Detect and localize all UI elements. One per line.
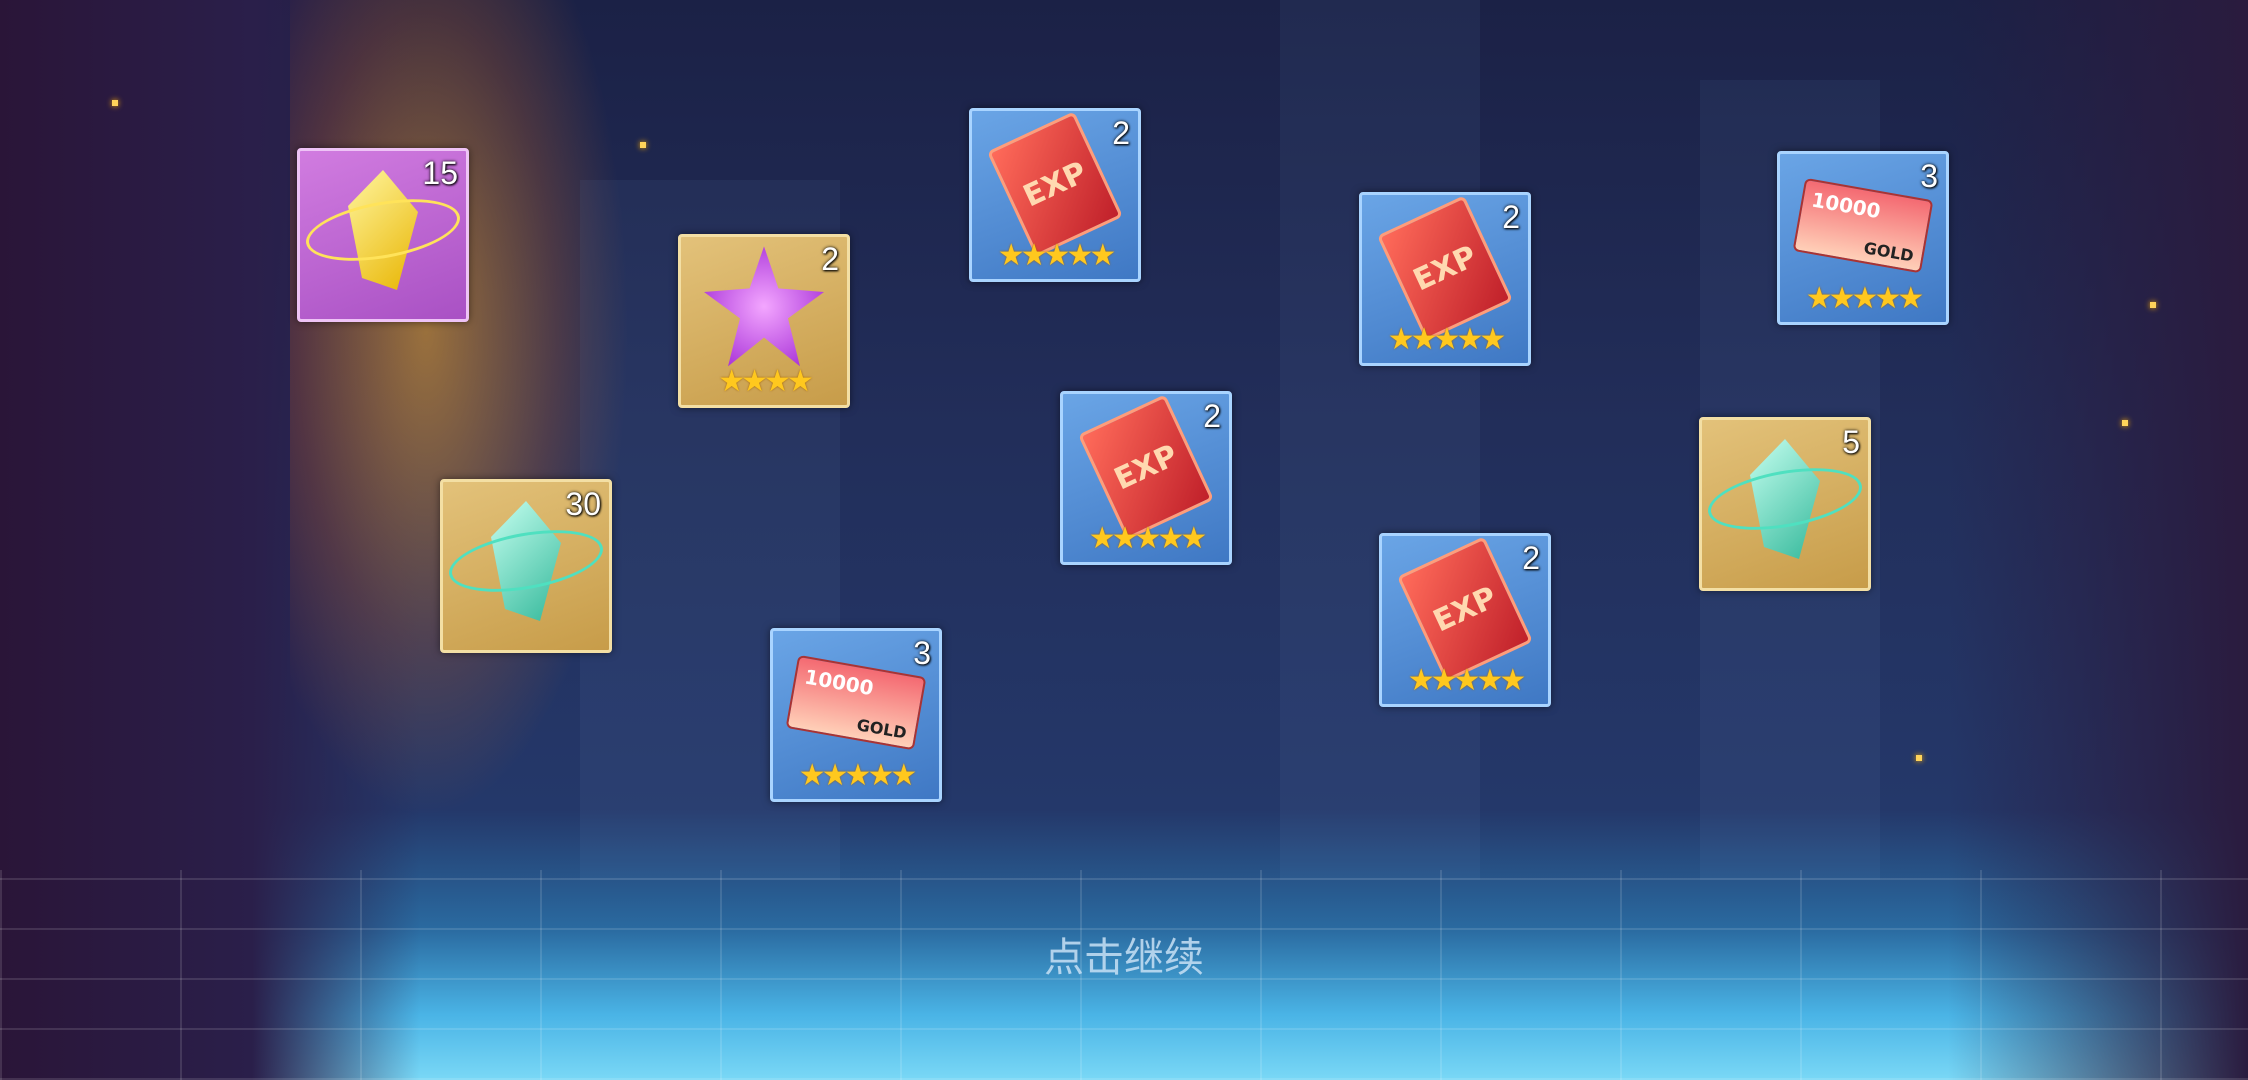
star-icon: ★: [844, 758, 872, 793]
star-icon: ★: [1433, 322, 1461, 357]
reward-card-exp-book[interactable]: EXP 2 ★★★★★: [969, 108, 1141, 282]
star-icon: ★: [764, 364, 791, 399]
star-rating: ★★★★★: [972, 238, 1138, 273]
star-icon: ★: [1805, 281, 1833, 316]
item-count: 30: [565, 486, 601, 522]
exp-label: EXP: [1108, 437, 1184, 497]
star-icon: ★: [1410, 322, 1438, 357]
star-rating: ★★★★★: [1063, 521, 1229, 556]
exp-label: EXP: [1407, 238, 1483, 298]
reward-card-yellow-crystal[interactable]: 15: [297, 148, 469, 322]
ticket-amount: 10000: [1809, 187, 1883, 224]
ticket-amount: 10000: [802, 664, 876, 701]
star-icon: ★: [1476, 663, 1503, 698]
star-icon: ★: [1430, 663, 1458, 698]
star-icon: ★: [1387, 322, 1415, 357]
star-icon: ★: [1088, 521, 1116, 556]
reward-card-exp-book[interactable]: EXP 2 ★★★★★: [1379, 533, 1551, 707]
item-count: 2: [1112, 115, 1130, 151]
star-icon: ★: [1499, 663, 1526, 698]
tap-to-continue-text[interactable]: 点击继续: [0, 925, 2248, 983]
star-icon: ★: [1066, 238, 1093, 273]
reward-card-gold-ticket[interactable]: 10000 GOLD 3 ★★★★★: [770, 628, 942, 802]
sparkle: [112, 100, 118, 106]
star-icon: ★: [1089, 238, 1116, 273]
reward-card-teal-crystal[interactable]: 30: [440, 479, 612, 653]
exp-book-icon: EXP: [1077, 394, 1215, 541]
star-rating: ★★★★★: [1362, 322, 1528, 357]
item-count: 2: [821, 241, 839, 277]
sparkle: [2150, 302, 2156, 308]
reward-card-teal-crystal[interactable]: 5: [1699, 417, 1871, 591]
item-count: 3: [1920, 158, 1938, 194]
exp-label: EXP: [1427, 579, 1503, 639]
star-icon: ★: [1456, 322, 1483, 357]
star-icon: ★: [997, 238, 1025, 273]
star-rating: ★★★★★: [1382, 663, 1548, 698]
item-count: 15: [422, 155, 458, 191]
star-icon: ★: [741, 364, 768, 399]
purple-star-gem-icon: [704, 246, 824, 367]
gold-ticket-icon: 10000 GOLD: [1792, 177, 1934, 274]
star-icon: ★: [890, 758, 917, 793]
exp-book-icon: EXP: [1396, 536, 1534, 683]
star-icon: ★: [718, 364, 745, 399]
star-icon: ★: [798, 758, 826, 793]
star-icon: ★: [1479, 322, 1506, 357]
star-icon: ★: [786, 364, 814, 399]
star-icon: ★: [1828, 281, 1856, 316]
reward-card-exp-book[interactable]: EXP 2 ★★★★★: [1359, 192, 1531, 366]
item-count: 2: [1522, 540, 1540, 576]
star-icon: ★: [1407, 663, 1435, 698]
sparkle: [2122, 420, 2128, 426]
star-icon: ★: [867, 758, 894, 793]
star-icon: ★: [1020, 238, 1048, 273]
gold-ticket-icon: 10000 GOLD: [785, 654, 927, 751]
star-icon: ★: [1851, 281, 1879, 316]
reward-card-purple-star-gem[interactable]: 2 ★★★★: [678, 234, 850, 408]
background-pillar: [1280, 0, 1480, 880]
star-icon: ★: [1134, 521, 1162, 556]
item-count: 5: [1842, 424, 1860, 460]
star-icon: ★: [1180, 521, 1207, 556]
exp-label: EXP: [1017, 154, 1093, 214]
star-icon: ★: [1111, 521, 1139, 556]
exp-book-icon: EXP: [1376, 195, 1514, 342]
star-icon: ★: [1157, 521, 1184, 556]
reward-card-exp-book[interactable]: EXP 2 ★★★★★: [1060, 391, 1232, 565]
item-count: 2: [1203, 398, 1221, 434]
star-icon: ★: [1874, 281, 1901, 316]
ticket-currency: GOLD: [1862, 238, 1916, 266]
sparkle: [1916, 755, 1922, 761]
star-rating: ★★★★: [681, 364, 847, 399]
orange-light-glow: [290, 0, 630, 820]
sparkle: [640, 142, 646, 148]
star-rating: ★★★★★: [1780, 281, 1946, 316]
item-count: 2: [1502, 199, 1520, 235]
star-rating: ★★★★★: [773, 758, 939, 793]
ticket-currency: GOLD: [855, 715, 909, 743]
star-icon: ★: [821, 758, 849, 793]
item-count: 3: [913, 635, 931, 671]
star-icon: ★: [1897, 281, 1924, 316]
star-icon: ★: [1453, 663, 1481, 698]
exp-book-icon: EXP: [986, 111, 1124, 258]
star-icon: ★: [1043, 238, 1071, 273]
reward-card-gold-ticket[interactable]: 10000 GOLD 3 ★★★★★: [1777, 151, 1949, 325]
